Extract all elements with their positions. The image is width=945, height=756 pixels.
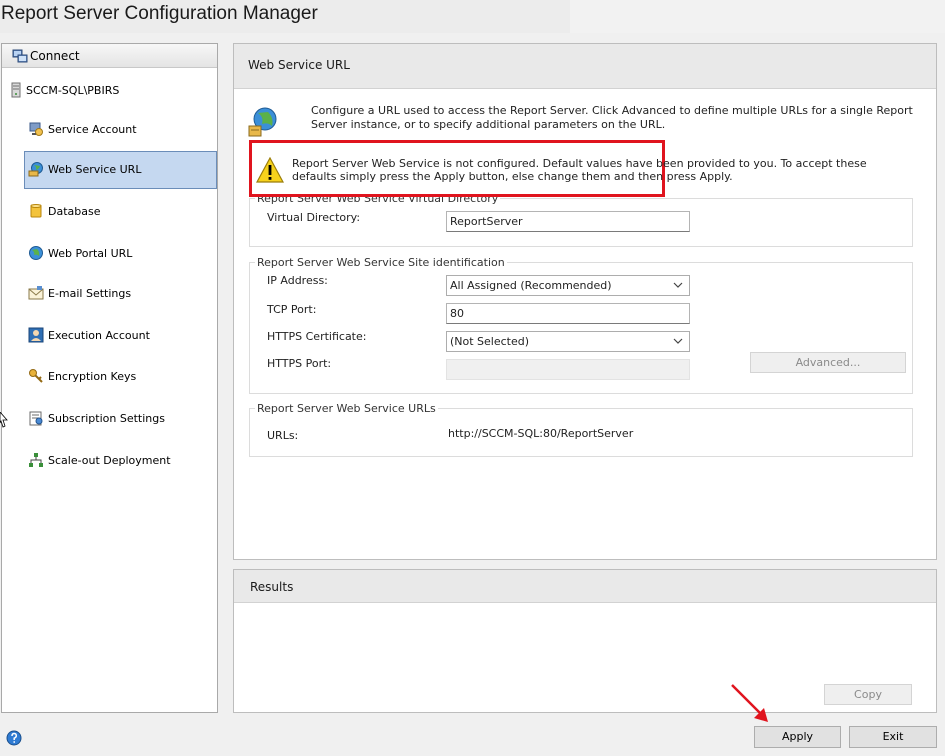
https-certificate-label: HTTPS Certificate: xyxy=(267,330,367,343)
execution-account-icon xyxy=(28,327,44,343)
https-port-label: HTTPS Port: xyxy=(267,357,332,370)
sidebar-item-label: Encryption Keys xyxy=(48,370,137,383)
results-panel: Results Copy xyxy=(233,569,937,713)
sidebar-item-web-portal-url[interactable]: Web Portal URL xyxy=(24,235,217,273)
urls-label: URLs: xyxy=(267,429,299,442)
sidebar-item-label: Scale-out Deployment xyxy=(48,454,171,467)
panel-header: Web Service URL xyxy=(234,44,936,89)
sidebar-item-label: E-mail Settings xyxy=(48,287,132,300)
web-service-url-link[interactable]: http://SCCM-SQL:80/ReportServer xyxy=(448,427,633,440)
site-identification-legend: Report Server Web Service Site identific… xyxy=(255,256,507,269)
page-title: Web Service URL xyxy=(248,58,350,72)
web-service-urls-group: Report Server Web Service URLs URLs: htt… xyxy=(249,402,913,457)
virtual-directory-input[interactable]: ReportServer xyxy=(446,211,690,232)
sidebar-item-encryption-keys[interactable]: Encryption Keys xyxy=(24,358,217,396)
sidebar-item-label: Database xyxy=(48,205,101,218)
virtual-directory-group: Report Server Web Service Virtual Direct… xyxy=(249,192,913,247)
copy-button[interactable]: Copy xyxy=(824,684,912,705)
advanced-button[interactable]: Advanced... xyxy=(750,352,906,373)
navigation-panel: Connect SCCM-SQL\PBIRS Service Account W… xyxy=(1,43,218,713)
sidebar-item-execution-account[interactable]: Execution Account xyxy=(24,317,217,355)
sidebar-item-service-account[interactable]: Service Account xyxy=(24,111,217,149)
web-service-url-icon xyxy=(28,162,43,177)
results-header: Results xyxy=(234,570,936,603)
web-service-url-panel: Web Service URL Configure a URL used to … xyxy=(233,43,937,560)
sidebar-item-subscription-settings[interactable]: Subscription Settings xyxy=(24,400,217,438)
sidebar-item-label: Execution Account xyxy=(48,329,150,342)
key-icon xyxy=(29,369,43,383)
web-service-globe-icon xyxy=(248,107,277,137)
virtual-directory-label: Virtual Directory: xyxy=(267,211,361,224)
sidebar-item-email-settings[interactable]: E-mail Settings xyxy=(24,275,217,313)
subscription-icon xyxy=(29,411,43,426)
red-arrow-annotation-icon xyxy=(731,684,768,722)
sidebar-item-web-service-url[interactable]: Web Service URL xyxy=(24,151,217,189)
results-title: Results xyxy=(250,580,294,594)
https-port-input[interactable] xyxy=(446,359,690,380)
site-identification-group: Report Server Web Service Site identific… xyxy=(249,256,913,394)
ip-address-label: IP Address: xyxy=(267,274,328,287)
server-node[interactable]: SCCM-SQL\PBIRS xyxy=(2,80,217,100)
chevron-down-icon xyxy=(673,338,683,344)
chevron-down-icon xyxy=(673,282,683,288)
ip-address-value: All Assigned (Recommended) xyxy=(450,279,612,292)
tcp-port-label: TCP Port: xyxy=(267,303,317,316)
warning-highlight-box: Report Server Web Service is not configu… xyxy=(249,140,867,197)
help-icon[interactable] xyxy=(6,730,22,746)
connect-button[interactable]: Connect xyxy=(2,44,217,68)
sidebar-item-database[interactable]: Database xyxy=(24,193,217,231)
sidebar-item-label: Web Service URL xyxy=(48,163,142,176)
sidebar-item-label: Web Portal URL xyxy=(48,247,133,260)
sidebar-item-scale-out-deployment[interactable]: Scale-out Deployment xyxy=(24,442,217,480)
title-bar-extension xyxy=(570,0,945,33)
connect-label: Connect xyxy=(30,49,80,63)
mouse-cursor-icon xyxy=(0,412,8,428)
database-icon xyxy=(30,204,42,218)
email-icon xyxy=(28,286,44,300)
service-account-icon xyxy=(29,122,43,136)
web-service-urls-legend: Report Server Web Service URLs xyxy=(255,402,438,415)
scale-out-icon xyxy=(29,453,43,467)
title-bar: Report Server Configuration Manager xyxy=(0,0,945,33)
connect-icon xyxy=(12,49,28,63)
warning-icon xyxy=(256,157,284,183)
https-certificate-select[interactable]: (Not Selected) xyxy=(446,331,690,352)
globe-icon xyxy=(29,246,43,260)
exit-button[interactable]: Exit xyxy=(849,726,937,748)
ip-address-select[interactable]: All Assigned (Recommended) xyxy=(446,275,690,296)
intro-text: Configure a URL used to access the Repor… xyxy=(311,104,913,131)
server-icon xyxy=(11,82,21,98)
window-title: Report Server Configuration Manager xyxy=(1,3,318,24)
server-name: SCCM-SQL\PBIRS xyxy=(26,84,120,97)
sidebar-item-label: Service Account xyxy=(48,123,137,136)
tcp-port-input[interactable]: 80 xyxy=(446,303,690,324)
https-certificate-value: (Not Selected) xyxy=(450,335,530,348)
sidebar-item-label: Subscription Settings xyxy=(48,412,165,425)
warning-message: Report Server Web Service is not configu… xyxy=(292,157,867,183)
